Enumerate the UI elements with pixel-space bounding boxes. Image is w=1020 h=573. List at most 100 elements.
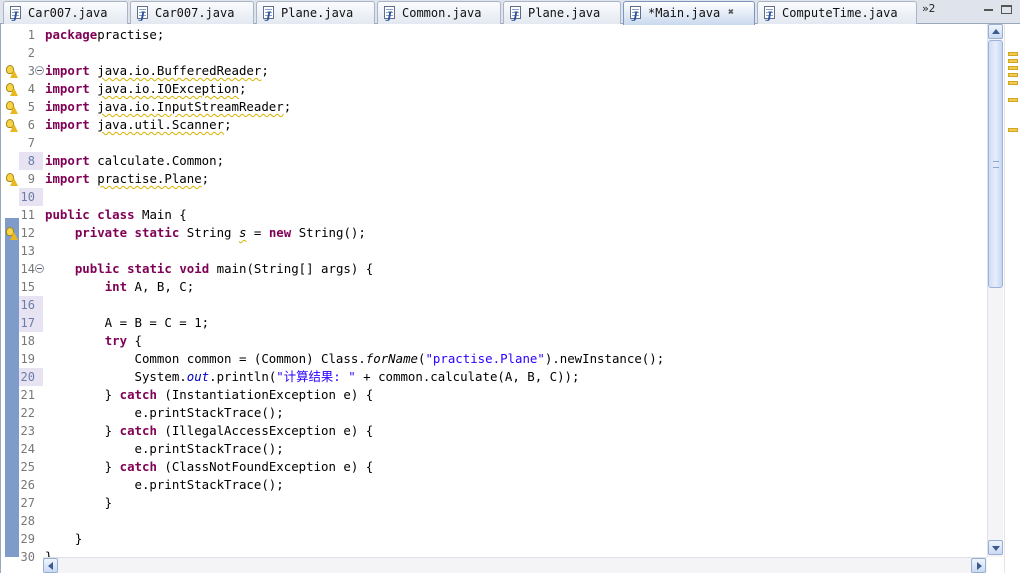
java-file-icon: J (137, 6, 148, 22)
code-token: e.printStackTrace(); (45, 477, 284, 492)
overview-ruler[interactable] (1004, 24, 1020, 573)
overview-warning-mark[interactable] (1008, 59, 1018, 63)
code-token: practise.Plane (97, 171, 202, 186)
tab-computetime-java[interactable]: J ComputeTime.java (757, 1, 917, 24)
warning-bulb-icon[interactable] (5, 227, 18, 240)
code-line[interactable]: import java.io.InputStreamReader; (45, 98, 291, 116)
code-line[interactable]: System.out.println("计算结果: " + common.cal… (45, 368, 580, 386)
line-number: 14 (20, 262, 35, 276)
code-line[interactable]: A = B = C = 1; (45, 314, 209, 332)
scroll-left-icon[interactable] (43, 558, 58, 573)
tab-car007-java[interactable]: J Car007.java (130, 1, 254, 24)
tab-car007-java[interactable]: J Car007.java (3, 1, 128, 24)
warning-bulb-icon[interactable] (5, 83, 18, 96)
line-number: 25 (20, 460, 35, 474)
warning-bulb-icon[interactable] (5, 119, 18, 132)
vertical-scroll-thumb[interactable] (988, 40, 1003, 288)
line-number: 30 (20, 550, 35, 564)
code-token: ; (201, 171, 210, 186)
code-token: main(String[] args) { (209, 261, 374, 276)
code-line[interactable]: } (45, 530, 82, 548)
code-line[interactable]: Common common = (Common) Class.forName("… (45, 350, 665, 368)
warning-bulb-icon[interactable] (5, 101, 18, 114)
fold-icon[interactable] (35, 66, 44, 75)
code-token: "计算结果: " (276, 369, 356, 384)
maximize-icon[interactable] (1001, 5, 1012, 14)
overview-warning-mark[interactable] (1008, 73, 1018, 77)
line-number: 22 (20, 406, 35, 420)
code-token: java.io.InputStreamReader (97, 99, 284, 114)
line-number: 5 (27, 100, 35, 114)
code-token: .println( (209, 369, 277, 384)
code-line[interactable]: e.printStackTrace(); (45, 440, 284, 458)
code-area[interactable]: packagepractise; import java.io.BufferedR… (45, 24, 986, 557)
code-line[interactable]: } catch (InstantiationException e) { (45, 386, 374, 404)
code-token: forName (365, 351, 418, 366)
code-line[interactable]: public class Main { (45, 206, 187, 224)
horizontal-scrollbar[interactable] (43, 557, 987, 573)
code-token: static (127, 261, 172, 276)
code-token: ; (224, 117, 232, 132)
code-line[interactable]: private static String s = new String(); (45, 224, 366, 242)
warning-bulb-icon[interactable] (5, 173, 18, 186)
code-line[interactable]: packagepractise; (45, 26, 164, 44)
close-icon[interactable]: ✖ (728, 2, 734, 24)
vertical-scrollbar[interactable] (987, 24, 1003, 557)
code-line[interactable]: } (45, 494, 112, 512)
line-number: 6 (27, 118, 35, 132)
code-token: } (45, 387, 120, 402)
code-line[interactable]: } catch (ClassNotFoundException e) { (45, 458, 374, 476)
tab-overflow-button[interactable]: »2 (922, 2, 935, 15)
code-token: String(); (291, 225, 366, 240)
code-token: } (45, 549, 53, 557)
code-token: java.util.Scanner (97, 117, 225, 132)
code-line[interactable]: int A, B, C; (45, 278, 195, 296)
code-token: catch (119, 423, 157, 438)
tab-label: ComputeTime.java (782, 6, 898, 20)
warning-bulb-icon[interactable] (5, 65, 18, 78)
code-line[interactable]: public static void main(String[] args) { (45, 260, 373, 278)
code-line[interactable]: import java.util.Scanner; (45, 116, 232, 134)
code-token: (InstantiationException e) { (156, 387, 374, 402)
code-line[interactable]: import java.io.BufferedReader; (45, 62, 269, 80)
overview-warning-mark[interactable] (1008, 81, 1018, 85)
overview-warning-mark[interactable] (1008, 128, 1018, 132)
scroll-right-icon[interactable] (971, 558, 986, 573)
code-token: java.io.IOException (97, 81, 239, 96)
tab-label: Plane.java (528, 6, 601, 20)
overview-warning-mark[interactable] (1008, 52, 1018, 56)
line-number: 18 (20, 334, 35, 348)
code-line[interactable]: } (45, 548, 52, 557)
minimize-icon[interactable] (982, 3, 996, 15)
tab-common-java[interactable]: J Common.java (377, 1, 501, 24)
code-line[interactable]: import java.io.IOException; (45, 80, 246, 98)
code-token: catch (119, 459, 157, 474)
code-token: try (104, 333, 128, 348)
code-line[interactable]: } catch (IllegalAccessException e) { (45, 422, 374, 440)
tab-label: Car007.java (28, 6, 108, 20)
line-number: 27 (20, 496, 35, 510)
overview-warning-mark[interactable] (1008, 98, 1018, 102)
tab-label: *Main.java (648, 6, 721, 20)
java-editor[interactable]: 1 2 3 4 5 6 7 8 9 10 11 12 13 14 15 16 17 18 19 20 21 22 23 24 2… (0, 24, 1020, 573)
tab-label: Common.java (402, 6, 482, 20)
scroll-down-icon[interactable] (988, 540, 1003, 555)
java-file-icon: J (263, 6, 274, 22)
java-file-icon: J (510, 6, 521, 22)
fold-icon[interactable] (35, 264, 44, 273)
code-line[interactable]: e.printStackTrace(); (45, 476, 284, 494)
code-token: } (45, 423, 120, 438)
tab-main-java[interactable]: J *Main.java ✖ (623, 1, 755, 25)
code-line[interactable]: e.printStackTrace(); (45, 404, 284, 422)
code-line[interactable]: try { (45, 332, 142, 350)
tab-plane-java[interactable]: J Plane.java (256, 1, 375, 24)
tab-plane-java[interactable]: J Plane.java (503, 1, 621, 24)
code-token: ; (261, 63, 269, 78)
scroll-up-icon[interactable] (988, 24, 1003, 39)
overview-warning-mark[interactable] (1008, 66, 1018, 70)
code-token: } (45, 459, 120, 474)
code-line[interactable]: import calculate.Common; (45, 152, 224, 170)
code-line[interactable]: import practise.Plane; (45, 170, 209, 188)
code-token: String (179, 225, 239, 240)
line-number: 23 (20, 424, 35, 438)
